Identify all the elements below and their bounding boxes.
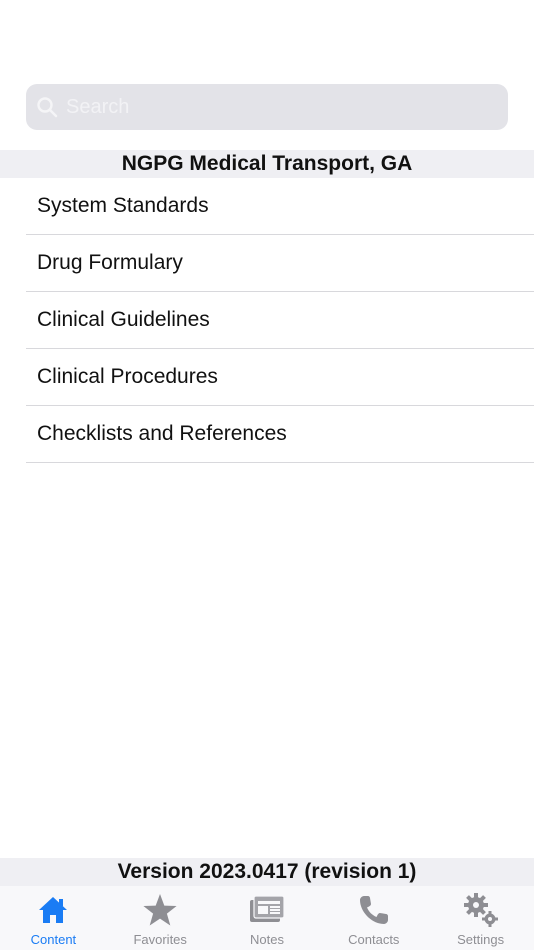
version-label: Version 2023.0417 (revision 1) xyxy=(0,858,534,886)
tab-content[interactable]: Content xyxy=(0,886,107,950)
search-bar[interactable] xyxy=(26,84,508,130)
app-screen: NGPG Medical Transport, GA System Standa… xyxy=(0,0,534,950)
list-item-clinical-procedures[interactable]: Clinical Procedures xyxy=(26,349,534,406)
list-item-system-standards[interactable]: System Standards xyxy=(26,178,534,235)
search-icon xyxy=(37,97,58,118)
phone-icon xyxy=(354,892,394,928)
tab-contacts-label: Contacts xyxy=(348,932,400,947)
tab-favorites[interactable]: Favorites xyxy=(107,886,214,950)
list-item-clinical-guidelines[interactable]: Clinical Guidelines xyxy=(26,292,534,349)
list-item-checklists-references[interactable]: Checklists and References xyxy=(26,406,534,463)
tab-notes-label: Notes xyxy=(250,932,284,947)
tab-contacts[interactable]: Contacts xyxy=(320,886,427,950)
star-icon xyxy=(140,892,180,928)
tab-bar: Content Favorites Notes Contacts Setting… xyxy=(0,886,534,950)
gear-icon xyxy=(461,892,501,928)
house-icon xyxy=(33,892,73,928)
content-list: System Standards Drug Formulary Clinical… xyxy=(26,178,534,463)
section-header: NGPG Medical Transport, GA xyxy=(0,150,534,178)
tab-notes[interactable]: Notes xyxy=(214,886,321,950)
tab-favorites-label: Favorites xyxy=(133,932,187,947)
list-item-drug-formulary[interactable]: Drug Formulary xyxy=(26,235,534,292)
tab-settings[interactable]: Settings xyxy=(427,886,534,950)
tab-content-label: Content xyxy=(30,932,77,947)
search-input[interactable] xyxy=(66,87,486,127)
tab-settings-label: Settings xyxy=(457,932,505,947)
notes-icon xyxy=(247,892,287,928)
